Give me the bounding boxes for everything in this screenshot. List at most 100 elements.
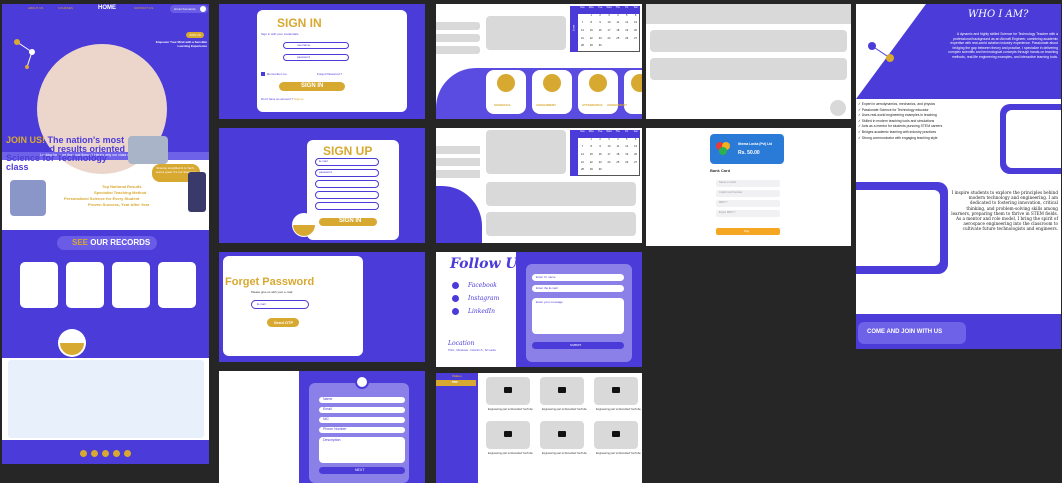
record-card[interactable]: [20, 262, 58, 308]
cal-day[interactable]: 8: [587, 21, 596, 29]
instagram-link[interactable]: Instagram: [468, 295, 499, 302]
signup-link[interactable]: Signup: [294, 97, 303, 101]
play-icon[interactable]: [504, 431, 512, 437]
cal-day[interactable]: [613, 44, 622, 52]
play-icon[interactable]: [558, 387, 566, 393]
sidebar-item[interactable]: [436, 34, 480, 42]
play-icon[interactable]: [612, 387, 620, 393]
cal-day[interactable]: 27: [631, 161, 640, 169]
cal-day[interactable]: 15: [587, 29, 596, 37]
cal-day[interactable]: 14: [578, 153, 587, 161]
play-icon[interactable]: [612, 431, 620, 437]
cal-day[interactable]: 9: [596, 145, 605, 153]
cal-day[interactable]: 24: [605, 37, 614, 45]
cal-day[interactable]: 15: [587, 153, 596, 161]
cal-day[interactable]: 19: [622, 153, 631, 161]
nav-home[interactable]: HOME: [98, 5, 116, 11]
cal-day[interactable]: 9: [596, 21, 605, 29]
record-card[interactable]: [66, 262, 104, 308]
bank-card-title[interactable]: Bank Card: [710, 168, 730, 173]
forgot-link[interactable]: Forgot Password ?: [317, 72, 342, 76]
cal-day[interactable]: 27: [631, 37, 640, 45]
cal-day[interactable]: [631, 44, 640, 52]
play-icon[interactable]: [504, 387, 512, 393]
cal-day[interactable]: [605, 44, 614, 52]
cal-day[interactable]: 30: [596, 44, 605, 52]
follow-title: Follow Us: [450, 256, 526, 272]
cal-day[interactable]: 18: [613, 29, 622, 37]
cal-day[interactable]: 16: [596, 29, 605, 37]
linkedin-icon[interactable]: [124, 450, 131, 457]
youtube-icon[interactable]: [102, 450, 109, 457]
cal-day[interactable]: 20: [631, 153, 640, 161]
cal-day[interactable]: 12: [622, 21, 631, 29]
record-card[interactable]: [112, 262, 150, 308]
sidebar-item[interactable]: [436, 146, 480, 154]
facebook-link[interactable]: Facebook: [468, 282, 497, 289]
cal-day[interactable]: 8: [587, 145, 596, 153]
cal-day[interactable]: 19: [622, 29, 631, 37]
cal-day[interactable]: 12: [622, 145, 631, 153]
cal-day[interactable]: 11: [613, 145, 622, 153]
cal-day[interactable]: 18: [613, 153, 622, 161]
cal-day[interactable]: 14: [578, 29, 587, 37]
cal-day[interactable]: [613, 168, 622, 176]
cal-day[interactable]: 20: [631, 29, 640, 37]
cal-day[interactable]: 11: [613, 21, 622, 29]
cal-day[interactable]: 28: [578, 44, 587, 52]
cal-day[interactable]: 25: [613, 161, 622, 169]
sidebar-item[interactable]: [436, 158, 480, 166]
cal-day[interactable]: 24: [605, 161, 614, 169]
linkedin-icon[interactable]: [452, 308, 459, 315]
videos-tab[interactable]: Videos: [452, 374, 462, 378]
nav-contact[interactable]: CONTACT US: [134, 6, 153, 10]
signup-field-4[interactable]: [315, 191, 379, 199]
cal-day[interactable]: 13: [631, 145, 640, 153]
record-card[interactable]: [158, 262, 196, 308]
sidebar-item[interactable]: [436, 170, 480, 178]
cal-day[interactable]: 30: [596, 168, 605, 176]
cal-day[interactable]: 7: [578, 21, 587, 29]
list-item[interactable]: [486, 212, 636, 236]
cal-day[interactable]: 10: [605, 21, 614, 29]
linkedin-link[interactable]: LinkedIn: [468, 308, 495, 315]
nic-input[interactable]: [319, 417, 405, 423]
floating-button[interactable]: [830, 100, 846, 116]
play-icon[interactable]: [558, 431, 566, 437]
cal-day[interactable]: 29: [587, 44, 596, 52]
list-item[interactable]: [650, 58, 847, 80]
cal-day[interactable]: 26: [622, 37, 631, 45]
cal-day[interactable]: 29: [587, 168, 596, 176]
assignment-label-2: ASSIGNMENT: [607, 103, 628, 107]
cal-day[interactable]: 16: [596, 153, 605, 161]
cal-day[interactable]: 10: [605, 145, 614, 153]
cal-day[interactable]: [631, 168, 640, 176]
nav-about[interactable]: ABOUT US: [28, 6, 43, 10]
instagram-icon[interactable]: [452, 295, 459, 302]
sidebar-item[interactable]: [436, 46, 480, 54]
facebook-icon[interactable]: [452, 282, 459, 289]
instagram-icon[interactable]: [91, 450, 98, 457]
cal-day[interactable]: 25: [613, 37, 622, 45]
cal-day[interactable]: 26: [622, 161, 631, 169]
cal-day[interactable]: [622, 44, 631, 52]
card-number-placeholder: Credit Card Number: [719, 191, 743, 194]
whatsapp-icon[interactable]: [113, 450, 120, 457]
signup-field-3[interactable]: [315, 180, 379, 188]
cal-day[interactable]: 17: [605, 153, 614, 161]
list-item[interactable]: [486, 182, 636, 206]
nav-courses[interactable]: COURSES: [58, 6, 73, 10]
cal-day[interactable]: 28: [578, 168, 587, 176]
cal-day[interactable]: [622, 168, 631, 176]
cal-day[interactable]: [605, 168, 614, 176]
cal-day[interactable]: 7: [578, 145, 587, 153]
cal-day[interactable]: 13: [631, 21, 640, 29]
password-input[interactable]: [283, 54, 349, 61]
sidebar-item[interactable]: [436, 22, 480, 30]
list-item[interactable]: [650, 30, 847, 52]
cal-day[interactable]: 17: [605, 29, 614, 37]
avatar[interactable]: [200, 6, 206, 12]
username-input[interactable]: [283, 42, 349, 49]
facebook-icon[interactable]: [80, 450, 87, 457]
remember-checkbox[interactable]: [261, 72, 265, 76]
